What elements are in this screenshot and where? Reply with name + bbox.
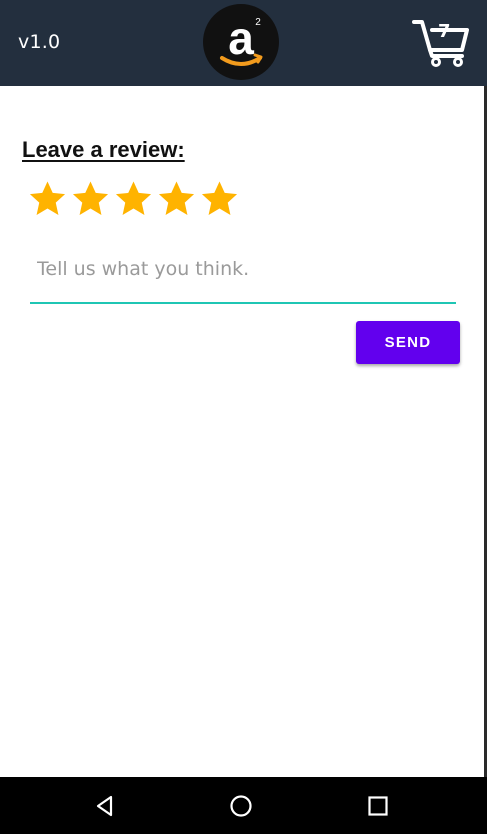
version-label: v1.0 <box>18 31 61 53</box>
back-icon[interactable] <box>91 792 119 820</box>
send-button[interactable]: SEND <box>356 321 460 364</box>
amazon-logo-icon[interactable]: a 2 <box>203 4 279 80</box>
cart-count-badge: 7 <box>438 21 451 42</box>
app-bar: v1.0 a 2 7 <box>0 0 487 86</box>
star-icon[interactable] <box>155 177 198 221</box>
logo-superscript: 2 <box>255 17 261 28</box>
star-icon[interactable] <box>112 177 155 221</box>
logo-letter: a <box>228 12 254 64</box>
home-icon[interactable] <box>227 792 255 820</box>
system-nav-bar <box>0 777 487 834</box>
star-rating[interactable] <box>26 177 241 221</box>
star-icon[interactable] <box>26 177 69 221</box>
star-icon[interactable] <box>198 177 241 221</box>
review-heading: Leave a review: <box>22 137 185 162</box>
app-screen: v1.0 a 2 7 Leave a review: SEND <box>0 0 487 834</box>
review-input[interactable] <box>30 236 456 304</box>
star-icon[interactable] <box>69 177 112 221</box>
recents-icon[interactable] <box>364 792 392 820</box>
